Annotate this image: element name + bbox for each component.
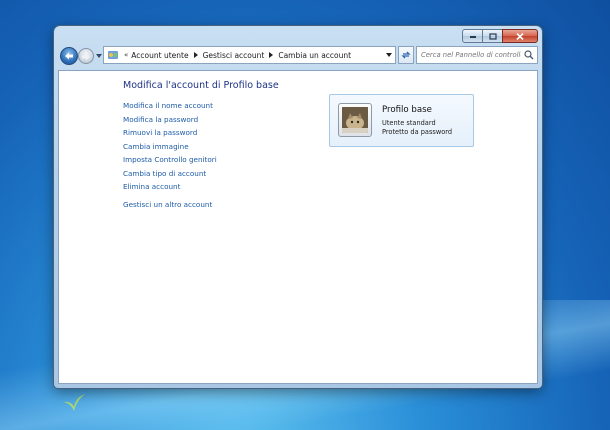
control-panel-icon (108, 51, 118, 59)
forward-arrow-icon (82, 53, 90, 61)
maximize-icon (488, 32, 497, 40)
task-link-delete-account[interactable]: Elimina account (123, 180, 217, 194)
back-button[interactable] (60, 47, 78, 65)
breadcrumb-separator-icon[interactable] (269, 52, 274, 58)
breadcrumb-cambia-un-account[interactable]: Cambia un account (278, 51, 351, 60)
address-overflow-chevron[interactable]: « (124, 51, 128, 59)
page-title: Modifica l'account di Profilo base (123, 80, 279, 91)
close-button[interactable] (502, 29, 538, 43)
address-dropdown-button[interactable] (385, 51, 393, 59)
refresh-button[interactable] (398, 46, 414, 64)
avatar-picture (342, 107, 368, 133)
address-bar[interactable]: « Account utente Gestisci account Cambia… (103, 46, 396, 64)
avatar (338, 103, 372, 137)
task-link-change-picture[interactable]: Cambia immagine (123, 140, 217, 154)
desktop-logo-icon (63, 394, 85, 411)
task-link-manage-other-account[interactable]: Gestisci un altro account (123, 198, 217, 212)
navigation-bar: « Account utente Gestisci account Cambia… (58, 46, 538, 66)
maximize-button[interactable] (482, 29, 503, 43)
back-arrow-icon (65, 52, 73, 60)
forward-button[interactable] (78, 48, 94, 64)
search-icon[interactable] (524, 50, 534, 60)
account-card: Profilo base Utente standard Protetto da… (329, 94, 474, 147)
refresh-icon (401, 51, 411, 59)
close-icon (516, 32, 524, 40)
task-link-remove-password[interactable]: Rimuovi la password (123, 126, 217, 140)
search-box[interactable] (416, 46, 538, 64)
breadcrumb-gestisci-account[interactable]: Gestisci account (203, 51, 265, 60)
minimize-icon (469, 36, 476, 38)
account-type: Utente standard (382, 119, 436, 127)
task-link-change-account-type[interactable]: Cambia tipo di account (123, 167, 217, 181)
breadcrumb-account-utente[interactable]: Account utente (131, 51, 188, 60)
chevron-down-icon (96, 54, 102, 58)
account-name: Profilo base (382, 105, 432, 115)
task-link-parental-controls[interactable]: Imposta Controllo genitori (123, 153, 217, 167)
task-link-change-password[interactable]: Modifica la password (123, 113, 217, 127)
account-status: Protetto da password (382, 128, 453, 136)
main-content: Modifica l'account di Profilo base Modif… (58, 70, 538, 384)
task-list: Modifica il nome account Modifica la pas… (123, 99, 217, 211)
caption-buttons (462, 29, 538, 44)
chevron-down-icon (386, 53, 392, 57)
minimize-button[interactable] (462, 29, 483, 43)
task-link-rename-account[interactable]: Modifica il nome account (123, 99, 217, 113)
breadcrumb-separator-icon[interactable] (193, 52, 198, 58)
kitten-picture-icon (342, 107, 368, 133)
search-input[interactable] (421, 51, 521, 59)
control-panel-window: « Account utente Gestisci account Cambia… (54, 26, 542, 388)
recent-pages-button[interactable] (95, 51, 103, 61)
